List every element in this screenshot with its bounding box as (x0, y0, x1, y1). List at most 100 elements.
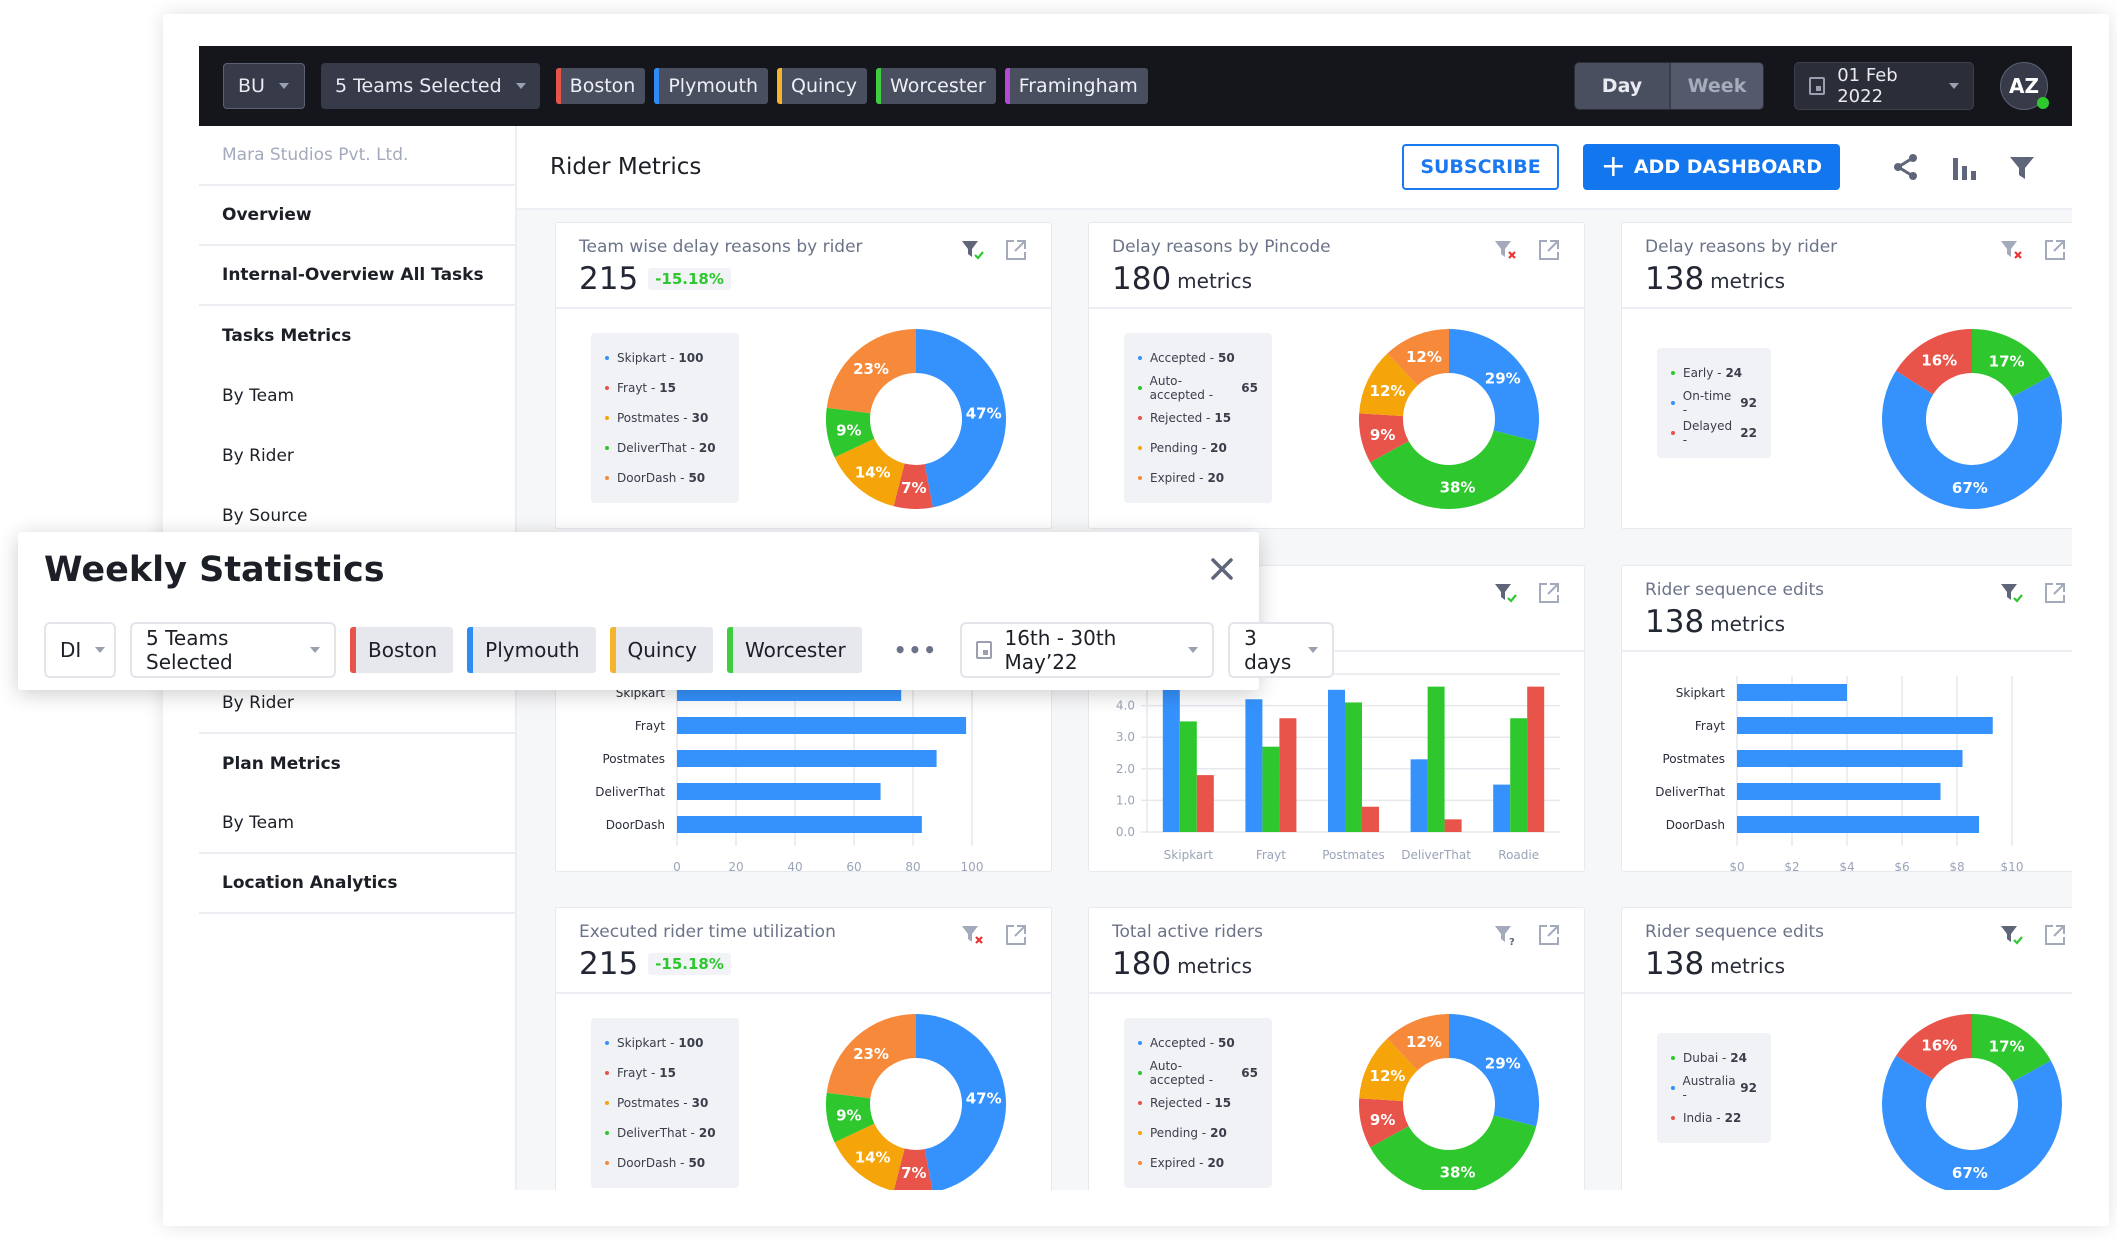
bar-skipkart-red[interactable] (1196, 775, 1214, 832)
legend-label: On-time - (1682, 389, 1732, 417)
bar-frayt[interactable] (1737, 717, 1993, 734)
add-dashboard-button[interactable]: + ADD DASHBOARD (1582, 144, 1840, 190)
card-header: Total active riders 180 metrics? (1089, 908, 1584, 994)
bar-skipkart[interactable] (1737, 684, 1847, 701)
legend-dot-icon (1671, 1116, 1675, 1120)
user-avatar[interactable]: AZ (2000, 62, 2049, 110)
bar-deliverthat-blue[interactable] (1410, 759, 1428, 832)
day-button[interactable]: Day (1575, 63, 1669, 109)
sidebar-item-by-rider[interactable]: By Rider (199, 426, 515, 486)
expand-icon[interactable] (1538, 924, 1560, 950)
chevron-down-icon (1308, 647, 1319, 653)
card-value: 138 (1645, 261, 1705, 297)
expand-icon[interactable] (2044, 924, 2066, 950)
period-dropdown[interactable]: 3 days (1228, 622, 1335, 678)
bar-deliverthat-green[interactable] (1427, 686, 1445, 832)
filter-icon[interactable] (2004, 149, 2040, 185)
bar-frayt-red[interactable] (1279, 718, 1297, 832)
legend-label: Postmates - (617, 411, 688, 425)
legend-label: Pending - (1150, 441, 1207, 455)
team-chip-plymouth[interactable]: Plymouth (654, 68, 768, 104)
bar-postmates-blue[interactable] (1328, 689, 1345, 832)
legend-value: 24 (1730, 1051, 1747, 1065)
bar-postmates-green[interactable] (1345, 702, 1362, 832)
sidebar-item-internal-overview-all-tasks[interactable]: Internal-Overview All Tasks (199, 246, 515, 306)
team-chip-boston[interactable]: Boston (555, 68, 646, 104)
expand-icon[interactable] (2044, 582, 2066, 608)
filter-status-icon[interactable] (1494, 239, 1518, 265)
di-dropdown[interactable]: DI (44, 622, 116, 678)
filter-status-icon[interactable] (2000, 582, 2024, 608)
date-range-picker[interactable]: 16th - 30th May’22 (960, 622, 1215, 678)
legend-item: Pending - 20 (1138, 1118, 1258, 1148)
team-chip-worcester[interactable]: Worcester (876, 68, 996, 104)
donut-chart: 17% 67% 16% (1882, 1014, 2062, 1190)
teams-dropdown[interactable]: 5 Teams Selected (321, 63, 540, 109)
bar-skipkart-green[interactable] (1179, 721, 1197, 832)
bar-doordash[interactable] (1737, 816, 1979, 833)
share-icon[interactable] (1888, 149, 1924, 185)
x-category-label: Skipkart (1164, 848, 1214, 862)
period-label: 3 days (1244, 626, 1292, 674)
bar-deliverthat[interactable] (1737, 783, 1941, 800)
expand-icon[interactable] (2044, 239, 2066, 265)
card-header: Delay reasons by rider 138 metrics (1622, 223, 2072, 309)
team-chip-plymouth[interactable]: Plymouth (467, 627, 596, 673)
filter-status-icon[interactable] (2000, 239, 2024, 265)
team-chip-quincy[interactable]: Quincy (609, 627, 713, 673)
expand-icon[interactable] (1005, 924, 1027, 950)
subscribe-button[interactable]: SUBSCRIBE (1402, 144, 1559, 190)
y-tick-label: 3.0 (1116, 730, 1135, 744)
bar-postmates[interactable] (677, 750, 937, 767)
card-value-row: 215 -15.18% (579, 261, 1027, 297)
week-button[interactable]: Week (1669, 63, 1763, 109)
bar-deliverthat[interactable] (677, 783, 881, 800)
expand-icon[interactable] (1005, 239, 1027, 265)
team-chip-worcester[interactable]: Worcester (727, 627, 862, 673)
bar-frayt-green[interactable] (1262, 746, 1280, 832)
close-icon[interactable] (1207, 554, 1237, 584)
legend-value: 50 (1218, 351, 1235, 365)
card-value-row: 138 metrics (1645, 946, 2066, 982)
sidebar-item-plan-metrics[interactable]: Plan Metrics (199, 734, 515, 794)
slice-label: 12% (1406, 348, 1442, 366)
filter-status-icon[interactable] (1494, 582, 1518, 608)
sidebar-item-location-analytics[interactable]: Location Analytics (199, 854, 515, 914)
bar-postmates[interactable] (1737, 750, 1963, 767)
legend-label: Skipkart - (617, 1036, 675, 1050)
slice-label: 17% (1989, 352, 2025, 370)
card-value-row: 180 metrics (1112, 946, 1560, 982)
sidebar-item-overview[interactable]: Overview (199, 186, 515, 246)
sidebar-item-by-team[interactable]: By Team (199, 794, 515, 854)
team-chip-boston[interactable]: Boston (350, 627, 454, 673)
sidebar-item-tasks-metrics[interactable]: Tasks Metrics (199, 306, 515, 366)
bu-dropdown[interactable]: BU (223, 63, 305, 109)
legend-label: DoorDash - (617, 471, 685, 485)
more-icon[interactable]: ••• (894, 638, 938, 662)
bar-frayt-blue[interactable] (1245, 699, 1263, 832)
filter-status-icon[interactable] (2000, 924, 2024, 950)
bar-roadie-blue[interactable] (1493, 784, 1511, 832)
bar-frayt[interactable] (677, 717, 967, 734)
date-picker[interactable]: 01 Feb 2022 (1794, 62, 1974, 110)
date-label: 01 Feb 2022 (1837, 65, 1898, 107)
main-header: Rider Metrics SUBSCRIBE + ADD DASHBOARD (517, 126, 2072, 210)
card-unit: metrics (1710, 612, 1785, 636)
bar-chart-icon[interactable] (1946, 149, 1982, 185)
teams-dropdown[interactable]: 5 Teams Selected (130, 622, 336, 678)
filter-status-icon[interactable]: ? (1494, 924, 1518, 950)
expand-icon[interactable] (1538, 582, 1560, 608)
expand-icon[interactable] (1538, 239, 1560, 265)
bar-roadie-green[interactable] (1510, 718, 1528, 832)
bar-doordash[interactable] (677, 816, 922, 833)
team-chip-quincy[interactable]: Quincy (777, 68, 868, 104)
bar-deliverthat-red[interactable] (1444, 819, 1462, 832)
x-tick-label: 20 (728, 860, 743, 872)
bar-skipkart-blue[interactable] (1162, 674, 1180, 832)
bar-roadie-red[interactable] (1527, 686, 1545, 832)
team-chip-framingham[interactable]: Framingham (1004, 68, 1148, 104)
filter-status-icon[interactable] (961, 924, 985, 950)
filter-status-icon[interactable] (961, 239, 985, 265)
sidebar-item-by-team[interactable]: By Team (199, 366, 515, 426)
bar-postmates-red[interactable] (1362, 806, 1379, 832)
